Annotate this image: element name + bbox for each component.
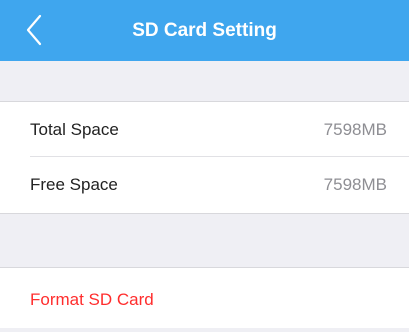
format-sd-card-button[interactable]: Format SD Card: [30, 268, 154, 332]
total-space-label: Total Space: [30, 120, 119, 139]
total-space-row: Total Space 7598MB: [0, 102, 409, 157]
navigation-bar: SD Card Setting: [0, 0, 409, 61]
page-title: SD Card Setting: [132, 20, 277, 41]
format-section: Format SD Card: [0, 267, 409, 328]
section-spacer: [0, 61, 409, 101]
storage-info-section: Total Space 7598MB Free Space 7598MB: [0, 101, 409, 214]
free-space-value: 7598MB: [323, 175, 387, 194]
free-space-row: Free Space 7598MB: [0, 157, 409, 212]
total-space-value: 7598MB: [323, 120, 387, 139]
free-space-label: Free Space: [30, 175, 118, 194]
